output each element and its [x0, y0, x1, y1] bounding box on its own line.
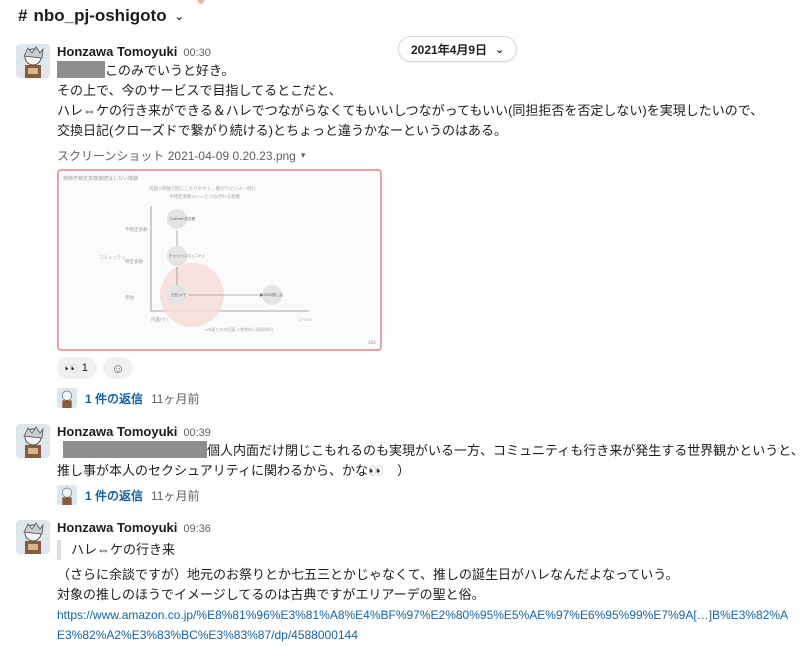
thumb-page-number: 100: [368, 340, 376, 345]
blockquote: ハレ⇔ケの行き来: [57, 540, 175, 560]
author-name[interactable]: Honzawa Tomoyuki: [57, 44, 177, 59]
thread-summary[interactable]: 1 件の返信 11ヶ月前: [57, 485, 199, 505]
message-text: 対象の推しのほうでイメージしてるのは古典ですがエリアーデの聖と俗。: [57, 587, 485, 602]
thumb-x-tick: 内面(ケ): [151, 316, 168, 323]
chevron-down-icon: ⌄: [174, 10, 184, 23]
redacted-block: [57, 61, 105, 78]
channel-name-button[interactable]: # nbo_pj-oshigoto ⌄: [18, 6, 184, 26]
thumb-title: 常時不特定多数接続はしない体験: [63, 175, 138, 182]
amazon-link-continued[interactable]: E3%82%A2%E3%83%BC%E3%83%87/dp/4588000144: [57, 625, 358, 645]
hash-symbol: #: [18, 6, 28, 25]
channel-name: nbo_pj-oshigoto: [33, 6, 167, 25]
reactions-bar: 👀 1 ☺: [57, 357, 133, 379]
thumb-bubble-label: SNS/推し活: [264, 292, 283, 297]
message-line: このみでいうと好き。: [57, 61, 234, 81]
date-label: 2021年4月9日: [411, 42, 488, 57]
add-reaction-icon: ☺: [111, 360, 125, 376]
message-text: その上で、今のサービスで目指してるとこだと、: [57, 83, 342, 98]
avatar[interactable]: [16, 520, 50, 554]
message-text: 交換日記(クローズドで繋がり続ける)とちょっと違うかなーというのはある。: [57, 123, 508, 138]
thumb-x-tick: (ハレ): [299, 317, 312, 323]
reply-avatar: [57, 485, 77, 505]
file-name-toggle[interactable]: スクリーンショット 2021-04-09 0.20.23.png ▾: [57, 147, 305, 164]
reply-count-link[interactable]: 1 件の返信: [85, 390, 143, 407]
thumb-subtitle: 不特定多数×ハレとつながれる状態: [169, 193, 241, 200]
thumb-bubble-label: Cabinet 的空間: [170, 216, 196, 221]
message-time[interactable]: 09:36: [183, 523, 211, 535]
reply-avatar: [57, 388, 77, 408]
chevron-down-icon: ⌄: [495, 43, 505, 56]
file-name: スクリーンショット 2021-04-09 0.20.23.png: [57, 149, 296, 163]
reaction-count: 1: [81, 362, 88, 374]
message-line: 個人内面だけ閉じこもれるのも実現がいる一方、コミュニティも行き来が発生する世界観…: [57, 441, 800, 461]
message-text: 推し事が本人のセクシュアリティに関わるから、かな👀 ）: [57, 463, 411, 478]
message-text: このみでいうと好き。: [105, 63, 235, 78]
reaction-eyes[interactable]: 👀 1: [57, 357, 97, 379]
author-name[interactable]: Honzawa Tomoyuki: [57, 520, 177, 535]
thumb-y-tick: 不特定多数: [125, 226, 148, 233]
add-reaction-button[interactable]: ☺: [103, 357, 133, 379]
message-time[interactable]: 00:30: [183, 47, 211, 59]
avatar[interactable]: [16, 424, 50, 458]
thread-summary[interactable]: 1 件の返信 11ヶ月前: [57, 388, 199, 408]
message-text: ハレ⇔ケの行き来ができる＆ハレでつながらなくてもいいしつながってもいい(同担拒否…: [57, 103, 764, 118]
caret-down-icon: ▾: [300, 150, 306, 160]
thumb-y-tick: 特定多数: [125, 258, 143, 265]
author-name[interactable]: Honzawa Tomoyuki: [57, 424, 177, 439]
message-text: 個人内面だけ閉じこもれるのも実現がいる一方、コミュニティも行き来が発生する世界観…: [207, 443, 800, 458]
reply-time: 11ヶ月前: [151, 488, 200, 503]
message-text: （さらに余談ですが）地元のお祭りとか七五三とかじゃなくて、推しの誕生日がハレなん…: [57, 567, 679, 582]
thumb-bubble-label: チャット/コミュニティ: [169, 253, 205, 258]
redacted-block: [63, 441, 207, 458]
reply-count-link[interactable]: 1 件の返信: [85, 487, 143, 504]
message-time[interactable]: 00:39: [183, 427, 211, 439]
image-attachment[interactable]: 常時不特定多数接続はしない体験 内面×単独で閉じこもりやすく、繋がりたい人・時に…: [57, 169, 382, 351]
thumb-bubble-label: 日記/メモ: [171, 292, 187, 297]
channel-header: # nbo_pj-oshigoto ⌄: [0, 0, 800, 32]
screenshot-thumbnail: 常時不特定多数接続はしない体験 内面×単独で閉じこもりやすく、繋がりたい人・時に…: [59, 171, 380, 349]
eyes-icon: 👀: [64, 362, 78, 375]
thumb-note: →内面と外の回復 ×常時他人接続(NO): [204, 326, 274, 332]
thumb-y-tick: 単独: [125, 294, 134, 301]
thumb-y-label: コミュニティ: [99, 255, 126, 261]
amazon-link[interactable]: https://www.amazon.co.jp/%E8%81%96%E3%81…: [57, 605, 788, 625]
date-divider-button[interactable]: 2021年4月9日 ⌄: [398, 36, 518, 62]
reply-time: 11ヶ月前: [151, 391, 200, 406]
avatar[interactable]: [16, 44, 50, 78]
thumb-subtitle: 内面×単独で閉じこもりやすく、繋がりたい人・時に: [149, 185, 257, 192]
